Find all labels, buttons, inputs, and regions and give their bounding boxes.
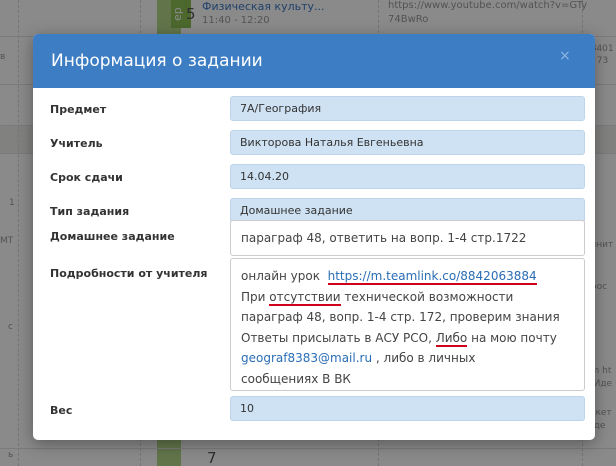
due-date-field: 14.04.20 <box>230 164 585 189</box>
subject-label: Предмет <box>50 103 107 116</box>
details-text: , либо в личных <box>372 351 476 365</box>
details-text: При <box>241 289 270 304</box>
close-icon[interactable]: × <box>559 48 571 64</box>
details-text: на мою почту <box>467 330 557 345</box>
details-text: Ответы присылать в АСУ РСО, <box>241 330 436 345</box>
details-line: параграф 48, вопр. 1-4 стр. 172, провери… <box>241 310 560 324</box>
modal-title: Информация о задании <box>51 51 263 71</box>
email-link[interactable]: geograf8383@mail.ru <box>241 351 372 365</box>
details-line: geograf8383@mail.ru , либо в личных <box>241 348 574 369</box>
teacher-details-field: онлайн урок https://m.teamlink.co/884206… <box>230 258 585 391</box>
details-line: Ответы присылать в АСУ РСО, Либо на мою … <box>241 328 574 349</box>
teacher-field: Викторова Наталья Евгеньевна <box>230 130 585 155</box>
subject-field: 7А/География <box>230 96 585 121</box>
teamlink-link[interactable]: https://m.teamlink.co/8842063884 <box>327 269 537 285</box>
modal-header: Информация о задании × <box>33 34 595 88</box>
details-line: сообщениях В ВК <box>241 371 351 386</box>
task-type-label: Тип задания <box>50 205 130 218</box>
details-underlined-text: Либо <box>435 330 468 347</box>
weight-label: Вес <box>50 404 73 417</box>
details-underlined-text: отсутствии <box>269 289 341 306</box>
teacher-details-label: Подробности от учителя <box>50 267 208 280</box>
due-date-label: Срок сдачи <box>50 171 123 184</box>
details-text: онлайн урок <box>241 269 328 283</box>
teacher-label: Учитель <box>50 137 103 150</box>
homework-label: Домашнее задание <box>50 230 175 243</box>
details-text: технической возможности <box>340 289 514 304</box>
homework-field: параграф 48, ответить на вопр. 1-4 стр.1… <box>230 220 585 256</box>
weight-field: 10 <box>230 396 585 421</box>
task-info-modal: Информация о задании × Предмет 7А/Геогра… <box>33 34 595 440</box>
details-line: онлайн урок https://m.teamlink.co/884206… <box>241 266 574 287</box>
details-line: При отсутствии технической возможности <box>241 287 574 308</box>
